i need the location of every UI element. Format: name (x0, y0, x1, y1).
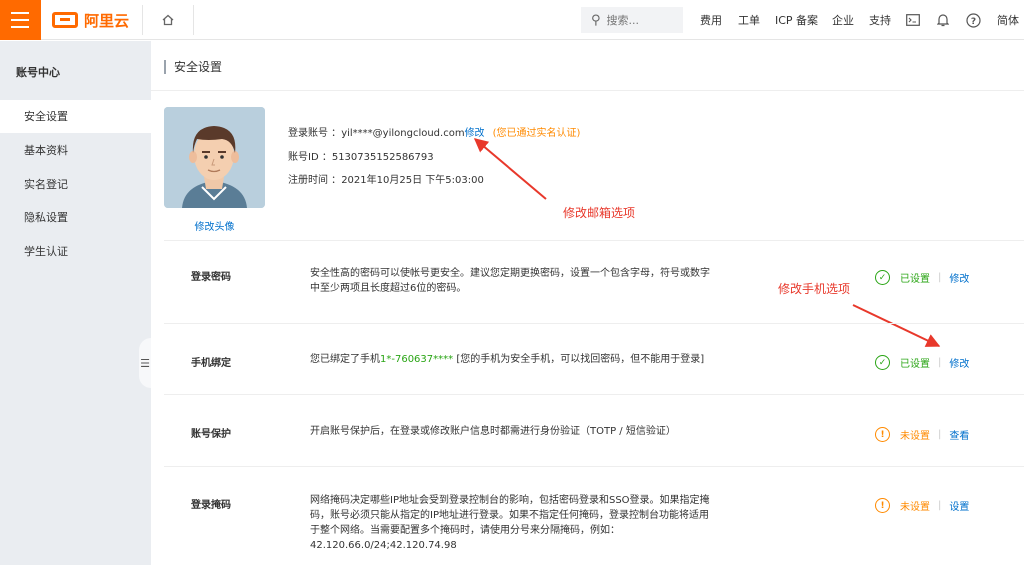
main-content: 安全设置 修改头像 登录账号 ：yil****@yilongcloud.com修… (151, 41, 1024, 565)
nav-enterprise[interactable]: 企业 (832, 0, 854, 40)
divider (164, 323, 1024, 324)
sidebar-item-basic-info[interactable]: 基本资料 (0, 134, 151, 167)
edit-password-button[interactable]: 修改 (949, 270, 969, 285)
edit-phone-button[interactable]: 修改 (949, 355, 969, 370)
row-name-password: 登录密码 (191, 272, 231, 283)
sidebar-item-real-name[interactable]: 实名登记 (0, 168, 151, 201)
nav-ticket[interactable]: 工单 (738, 0, 760, 40)
sidebar-item-privacy[interactable]: 隐私设置 (0, 201, 151, 234)
row-desc-protection: 开启账号保护后，在登录或修改账户信息时都需进行身份验证（TOTP / 短信验证） (310, 424, 676, 439)
warning-icon: ! (875, 427, 890, 442)
set-mask-button[interactable]: 设置 (949, 498, 969, 513)
desc-line: 网络掩码决定哪些IP地址会受到登录控制台的影响，包括密码登录和SSO登录。如果指… (310, 495, 710, 506)
search-icon: ⚲ (591, 12, 601, 28)
hamburger-icon-bar (11, 26, 29, 28)
status-badge: 已设置 (900, 274, 930, 285)
list-collapse-icon: ☰ (140, 356, 150, 370)
search-input[interactable] (606, 13, 667, 27)
desc-line: 42.120.66.0/24;42.120.74.98 (310, 540, 457, 551)
menu-button[interactable] (0, 0, 41, 40)
nav-billing[interactable]: 费用 (700, 0, 722, 40)
sidebar: 账号中心 安全设置 基本资料 实名登记 隐私设置 学生认证 ☰ (0, 41, 151, 565)
row-name-phone: 手机绑定 (191, 358, 231, 369)
status-badge: 未设置 (900, 431, 930, 442)
terminal-icon[interactable] (904, 11, 922, 29)
check-icon: ✓ (875, 270, 890, 285)
status-mask: ! 未设置 | 设置 (875, 498, 969, 513)
bell-icon[interactable] (934, 11, 952, 29)
separator: | (938, 272, 942, 283)
view-protection-button[interactable]: 查看 (949, 427, 969, 442)
annotation-edit-phone: 修改手机选项 (778, 282, 851, 296)
separator: | (938, 500, 942, 511)
search-box[interactable]: ⚲ (581, 7, 683, 33)
desc-line: 安全性高的密码可以使帐号更安全。建议您定期更换密码，设置一个包含字母，符号或数字 (310, 268, 710, 279)
row-desc-mask: 网络掩码决定哪些IP地址会受到登录控制台的影响，包括密码登录和SSO登录。如果指… (310, 493, 710, 553)
logo-text: 阿里云 (84, 11, 130, 30)
divider (164, 466, 1024, 467)
nav-icp[interactable]: ICP 备案 (775, 0, 818, 40)
annotation-edit-email: 修改邮箱选项 (563, 206, 636, 220)
help-icon[interactable]: ? (964, 11, 982, 29)
desc-prefix: 您已绑定了手机 (310, 354, 380, 365)
desc-line: 开启账号保护后，在登录或修改账户信息时都需进行身份验证（TOTP / 短信验证） (310, 426, 676, 437)
desc-suffix: [您的手机为安全手机，可以找回密码，但不能用于登录] (453, 354, 705, 365)
sidebar-item-security[interactable]: 安全设置 (0, 100, 151, 133)
language-switch[interactable]: 简体 (997, 0, 1019, 40)
warning-icon: ! (875, 498, 890, 513)
sidebar-item-student[interactable]: 学生认证 (0, 235, 151, 268)
desc-line: 中至少两项且长度超过6位的密码。 (310, 283, 467, 294)
row-desc-password: 安全性高的密码可以使帐号更安全。建议您定期更换密码，设置一个包含字母，符号或数字… (310, 266, 710, 296)
desc-line: 于整个网络。当需要配置多个掩码时，请使用分号来分隔掩码，例如： (310, 525, 620, 536)
hamburger-icon-bar (11, 19, 29, 21)
divider (164, 394, 1024, 395)
sidebar-collapse-handle[interactable]: ☰ (139, 338, 151, 388)
sidebar-title: 账号中心 (16, 66, 60, 79)
hamburger-icon (11, 12, 29, 14)
row-desc-phone: 您已绑定了手机1*-760637**** [您的手机为安全手机，可以找回密码，但… (310, 352, 704, 367)
row-name-protection: 账号保护 (191, 429, 231, 440)
annotation-arrows (473, 138, 941, 347)
svg-text:?: ? (970, 17, 975, 27)
top-bar: 阿里云 ⚲ 费用 工单 ICP 备案 企业 支持 ? 简体 (0, 0, 1024, 40)
separator: | (938, 357, 942, 368)
separator: | (938, 429, 942, 440)
status-protection: ! 未设置 | 查看 (875, 427, 969, 442)
row-name-mask: 登录掩码 (191, 500, 231, 511)
status-phone: ✓ 已设置 | 修改 (875, 355, 969, 370)
aliyun-logo[interactable]: 阿里云 (52, 9, 129, 31)
check-icon: ✓ (875, 355, 890, 370)
bound-phone: 1*-760637**** (380, 354, 454, 365)
home-button[interactable] (142, 5, 194, 35)
status-password: ✓ 已设置 | 修改 (875, 270, 969, 285)
home-icon (162, 14, 174, 26)
desc-line: 码，账号必须只能从指定的IP地址进行登录。如果不指定任何掩码，登录控制台功能将适… (310, 510, 709, 521)
nav-support[interactable]: 支持 (869, 0, 891, 40)
aliyun-logo-icon (52, 12, 78, 28)
status-badge: 未设置 (900, 502, 930, 513)
status-badge: 已设置 (900, 359, 930, 370)
divider (164, 240, 1024, 241)
